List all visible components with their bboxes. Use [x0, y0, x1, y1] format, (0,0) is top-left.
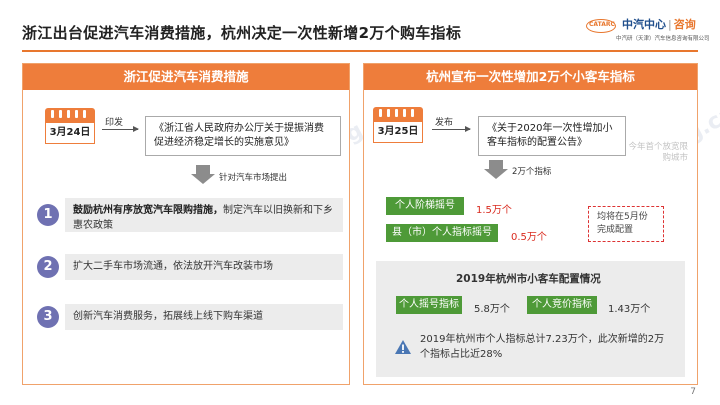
action-label: 印发 — [105, 118, 124, 128]
release-date: 3月25日 — [373, 121, 423, 143]
faint-note: 今年首个放宽限购城市 — [628, 142, 688, 163]
calendar-icon: 3月25日 — [373, 107, 423, 143]
measure-item-1: 鼓励杭州有序放宽汽车限购措施，制定汽车以旧换新和下乡惠农政策 — [65, 198, 343, 232]
stat-tag-2: 个人竞价指标 — [527, 296, 597, 314]
company-logo: CATARC 中汽中心 | 咨询 中汽研（天津）汽车信息咨询有限公司 — [586, 14, 710, 44]
arrow-note: 针对汽车市场提出 — [219, 173, 288, 183]
logo-subtitle: 中汽研（天津）汽车信息咨询有限公司 — [616, 36, 710, 42]
measure-number-3: 3 — [37, 306, 59, 328]
action-label: 发布 — [435, 118, 454, 128]
down-arrow-icon — [484, 160, 508, 179]
schedule-note: 均将在5月份完成配置 — [588, 206, 664, 242]
panel-header: 浙江促进汽车消费措施 — [23, 64, 349, 90]
policy-document: 《浙江省人民政府办公厅关于提振消费 促进经济稳定增长的实施意见》 — [143, 114, 341, 156]
stat-tag-1: 个人摇号指标 — [396, 296, 462, 314]
panel-header: 杭州宣布一次性增加2万个小客车指标 — [364, 64, 697, 90]
arrow-icon — [432, 126, 471, 132]
page-number: 7 — [690, 387, 696, 397]
measure-number-2: 2 — [37, 256, 59, 278]
calendar-icon: 3月24日 — [45, 108, 95, 144]
release-date: 3月24日 — [45, 122, 95, 144]
allocation-tag-2: 县（市）个人指标摇号 — [386, 224, 498, 242]
logo-mark: CATARC — [586, 19, 616, 33]
stat-value-2: 1.43万个 — [608, 304, 651, 315]
total-quota-note: 2万个指标 — [512, 167, 552, 177]
title-divider — [22, 50, 698, 52]
allocation-value-2: 0.5万个 — [511, 232, 547, 243]
measure-number-1: 1 — [37, 204, 59, 226]
announcement-document: 《关于2020年一次性增加小客车指标的配置公告》 — [476, 114, 626, 156]
arrow-icon — [102, 126, 139, 132]
logo-name: 中汽中心 | 咨询 — [622, 18, 696, 31]
allocation-tag-1: 个人阶梯摇号 — [386, 197, 464, 215]
slide-title: 浙江出台促进汽车消费措施，杭州决定一次性新增2万个购车指标 — [22, 24, 462, 42]
warning-icon — [395, 340, 411, 354]
measure-item-2: 扩大二手车市场流通，依法放开汽车改装市场 — [65, 254, 343, 280]
measure-item-3: 创新汽车消费服务，拓展线上线下购车渠道 — [65, 304, 343, 330]
stat-value-1: 5.8万个 — [474, 304, 510, 315]
zhejiang-measures-panel: 浙江促进汽车消费措施 3月24日 印发 《浙江省人民政府办公厅关于提振消费 促进… — [22, 63, 350, 385]
stats-title: 2019年杭州市小客车配置情况 — [456, 273, 601, 285]
allocation-value-1: 1.5万个 — [476, 205, 512, 216]
down-arrow-icon — [191, 165, 215, 184]
hangzhou-quota-panel: 杭州宣布一次性增加2万个小客车指标 3月25日 发布 《关于2020年一次性增加… — [363, 63, 698, 385]
summary-text: 2019年杭州市个人指标总计7.23万个，此次新增的2万个指标占比近28% — [420, 334, 665, 360]
